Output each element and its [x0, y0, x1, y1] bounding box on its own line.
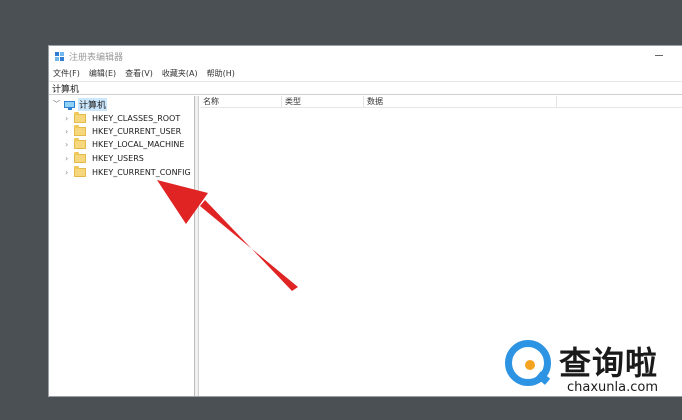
arrow-shaft — [200, 200, 298, 291]
watermark-en: chaxunla.com — [567, 380, 658, 395]
arrow-head — [157, 180, 208, 224]
watermark-cn: 查询啦 — [559, 344, 659, 382]
watermark-logo: 查询啦 chaxunla.com — [505, 336, 675, 406]
